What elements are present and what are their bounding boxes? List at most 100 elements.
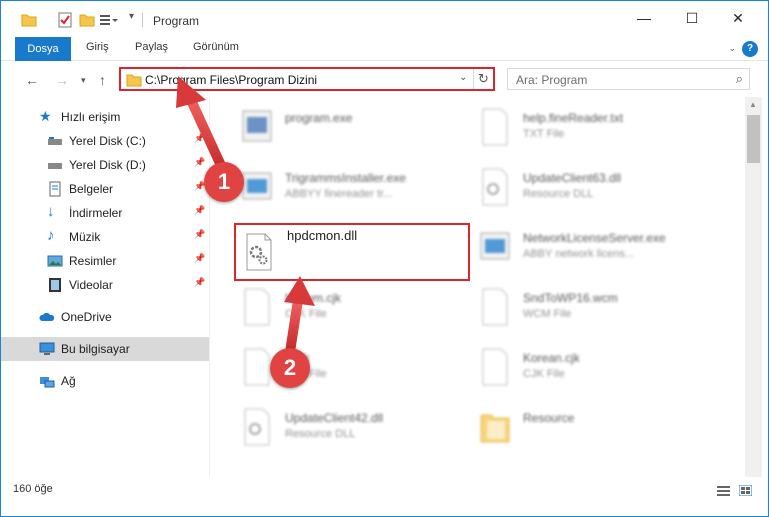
file-name: SndToWP16.wcm — [523, 291, 618, 305]
explorer-window: ▾ Program — ☐ ✕ Dosya Giriş Paylaş Görün… — [0, 0, 769, 517]
pin-icon[interactable]: 📌 — [194, 277, 205, 288]
file-name: Resource — [523, 411, 575, 425]
sidebar-item-onedrive[interactable]: OneDrive — [1, 305, 209, 329]
properties-icon[interactable] — [57, 12, 73, 28]
sidebar-item-this-pc[interactable]: Bu bilgisayar — [1, 337, 209, 361]
help-button[interactable]: ? — [742, 41, 758, 57]
title-bar: ▾ Program — ☐ ✕ — [1, 1, 768, 37]
vertical-scrollbar[interactable]: ▲ — [745, 97, 762, 477]
step-1-badge: 1 — [204, 162, 244, 202]
refresh-icon[interactable]: ↻ — [478, 71, 489, 87]
generic-file-icon — [482, 348, 508, 386]
file-type: Resource DLL — [523, 188, 594, 200]
sidebar-item-local-disk-c[interactable]: Yerel Disk (C:) 📌 — [1, 129, 209, 153]
folder-icon — [126, 74, 142, 87]
address-path[interactable]: C:\Program Files\Program Dizini — [145, 73, 317, 87]
search-input[interactable]: Ara: Program — [516, 73, 587, 87]
sidebar-item-local-disk-d[interactable]: Yerel Disk (D:) 📌 — [1, 153, 209, 177]
expand-ribbon-icon[interactable]: ⌄ — [728, 43, 736, 54]
tab-share[interactable]: Paylaş — [135, 41, 168, 53]
sidebar-item-network[interactable]: Ağ — [1, 369, 209, 393]
file-item[interactable]: UpdateClient42.dll Resource DLL — [233, 399, 469, 455]
file-item[interactable]: TrigrammsInstaller.exe ABBYY finereader … — [233, 159, 469, 215]
large-icons-view-icon[interactable] — [739, 485, 752, 496]
address-dropdown-icon[interactable]: ⌄ — [459, 72, 467, 83]
forward-arrow-icon[interactable]: → — [55, 72, 69, 88]
sidebar-item-downloads[interactable]: ↓ İndirmeler 📌 — [1, 201, 209, 225]
sidebar-item-videos[interactable]: Videolar 📌 — [1, 273, 209, 297]
file-tab[interactable]: Dosya — [15, 37, 71, 61]
dll-file-icon — [244, 408, 270, 446]
drive-icon — [48, 163, 62, 169]
sidebar-item-label: Müzik — [69, 230, 101, 244]
sidebar-item-quick-access[interactable]: ★ Hızlı erişim — [1, 105, 209, 129]
search-icon: ⌕ — [735, 71, 743, 86]
exe-file-icon — [242, 172, 272, 200]
new-folder-icon[interactable] — [79, 12, 95, 28]
folder-icon — [21, 14, 37, 27]
sidebar-item-music[interactable]: ♪ Müzik 📌 — [1, 225, 209, 249]
quick-access-dropdown-icon[interactable]: ▾ — [129, 11, 134, 27]
pin-icon[interactable]: 📌 — [194, 205, 205, 216]
details-view-icon[interactable] — [717, 485, 730, 496]
sidebar-item-label: OneDrive — [61, 310, 112, 324]
item-count: 160 öğe — [13, 483, 53, 495]
recent-locations-icon[interactable]: ▾ — [81, 75, 86, 86]
text-file-icon — [482, 108, 508, 146]
file-type: ABBY network licens... — [523, 248, 635, 260]
dll-file-icon — [482, 168, 508, 206]
folder-icon — [480, 414, 510, 443]
sidebar-item-label: Resimler — [69, 254, 117, 268]
file-name: help.fineReader.txt — [523, 111, 624, 125]
sidebar-item-label: Hızlı erişim — [61, 110, 121, 124]
file-item[interactable]: Kanom.cjk CJK File — [233, 279, 469, 335]
file-type: ABBYY finereader tr... — [285, 188, 393, 200]
close-button[interactable]: ✕ — [723, 8, 753, 28]
file-type: CJK File — [285, 308, 327, 320]
sidebar-item-label: Yerel Disk (C:) — [69, 134, 146, 148]
file-item[interactable]: Korean.cjk CJK File — [471, 339, 707, 395]
tab-home[interactable]: Giriş — [86, 41, 109, 53]
file-item[interactable]: NetworkLicenseServer.exe ABBY network li… — [471, 219, 707, 275]
title-separator — [142, 13, 143, 27]
customize-toolbar-icon[interactable] — [99, 12, 119, 28]
exe-file-icon — [242, 110, 272, 142]
back-arrow-icon[interactable]: ← — [25, 72, 39, 88]
documents-icon — [49, 181, 61, 197]
status-bar: 160 öğe — [1, 477, 768, 505]
file-item[interactable]: program.exe — [233, 99, 469, 155]
pin-icon[interactable]: 📌 — [194, 229, 205, 240]
tab-view[interactable]: Görünüm — [193, 41, 239, 53]
file-item[interactable]: help.fineReader.txt TXT File — [471, 99, 707, 155]
file-type: WCM File — [523, 308, 572, 320]
navigation-bar: ← → ▾ ↑ C:\Program Files\Program Dizini … — [1, 62, 768, 96]
maximize-button[interactable]: ☐ — [677, 8, 707, 28]
highlight-box — [234, 223, 470, 281]
file-item[interactable]: Resource — [471, 399, 707, 455]
file-item[interactable]: SndToWP16.wcm WCM File — [471, 279, 707, 335]
pictures-icon — [47, 255, 63, 267]
file-item[interactable]: Fixik CJK File — [233, 339, 469, 395]
sidebar-item-pictures[interactable]: Resimler 📌 — [1, 249, 209, 273]
sidebar-item-documents[interactable]: Belgeler 📌 — [1, 177, 209, 201]
file-name: TrigrammsInstaller.exe — [285, 171, 406, 185]
search-box[interactable]: Ara: Program ⌕ — [507, 68, 750, 90]
scroll-up-icon[interactable]: ▲ — [749, 100, 757, 109]
navigation-pane: ★ Hızlı erişim Yerel Disk (C:) 📌 Yerel D… — [1, 97, 209, 477]
scroll-thumb[interactable] — [747, 115, 760, 163]
file-name: program.exe — [285, 111, 353, 125]
step-2-badge: 2 — [270, 348, 310, 388]
sidebar-item-label: İndirmeler — [69, 206, 123, 220]
address-divider — [473, 69, 474, 89]
pin-icon[interactable]: 📌 — [194, 133, 205, 144]
star-icon: ★ — [39, 108, 52, 124]
file-item[interactable]: UpdateClient63.dll Resource DLL — [471, 159, 707, 215]
file-list: program.exe help.fineReader.txt TXT File… — [211, 97, 745, 477]
up-arrow-icon[interactable]: ↑ — [99, 72, 106, 88]
pin-icon[interactable]: 📌 — [194, 157, 205, 168]
cloud-icon — [39, 312, 55, 321]
generic-file-icon — [244, 288, 270, 326]
pin-icon[interactable]: 📌 — [194, 253, 205, 264]
address-bar[interactable]: C:\Program Files\Program Dizini ⌄ ↻ — [119, 67, 495, 91]
minimize-button[interactable]: — — [629, 8, 659, 28]
